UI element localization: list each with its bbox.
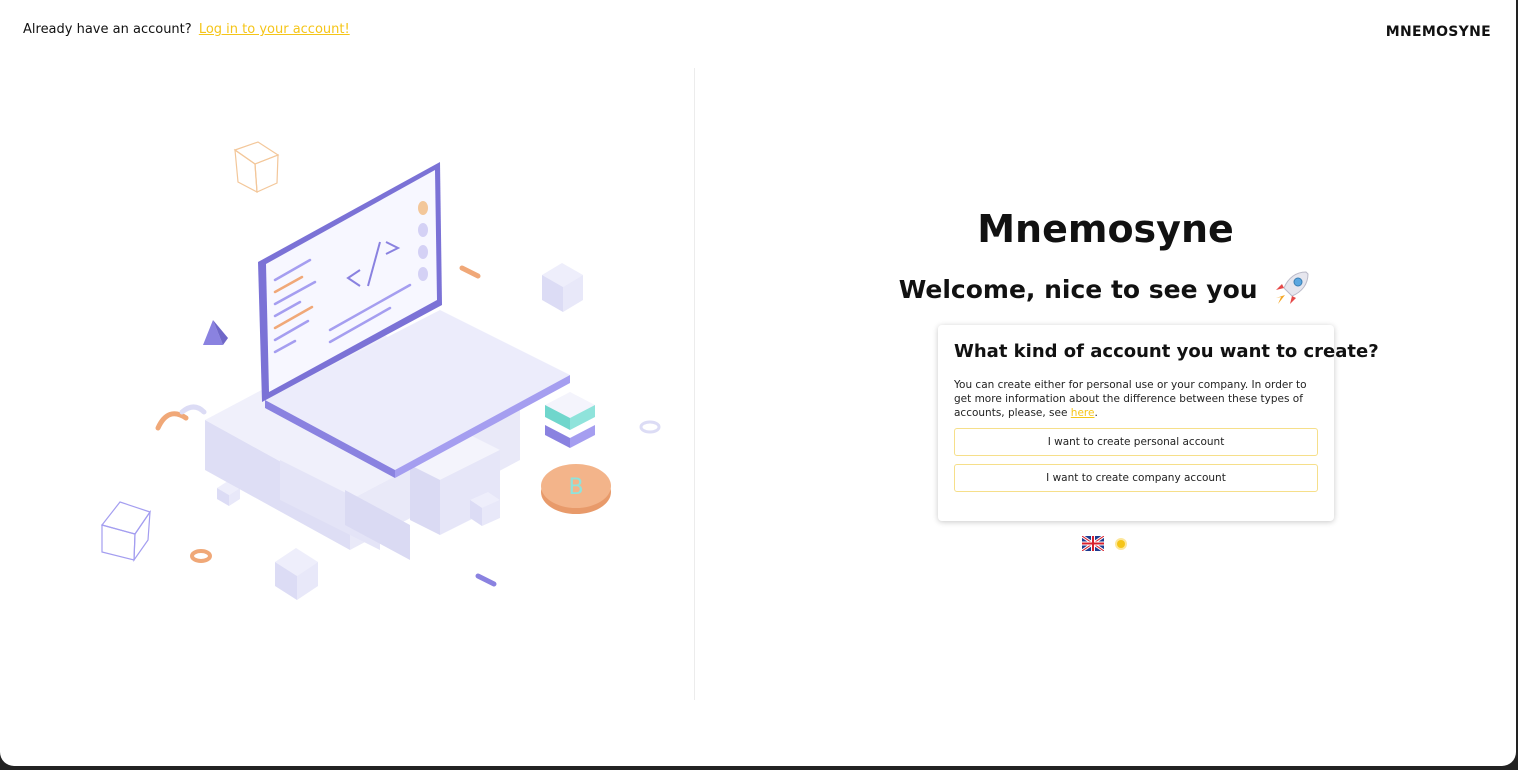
rocket-icon [1276,271,1309,304]
welcome-heading: Welcome, nice to see you [695,271,1516,308]
info-here-link[interactable]: here [1071,407,1095,419]
footer-controls [695,534,1516,556]
card-title: What kind of account you want to create? [954,341,1379,362]
app-window: Already have an account? Log in to your … [0,0,1516,766]
pill-top [459,265,481,279]
cube-right [542,263,583,312]
card-description: You can create either for personal use o… [954,378,1318,420]
wireframe-cube-top [233,141,280,194]
server-stack [545,392,595,448]
ring-bottom [190,549,212,563]
login-prompt-text: Already have an account? [23,22,192,37]
wireframe-cube-left [100,501,151,563]
card-description-period: . [1094,407,1098,419]
pill-bottom [475,573,497,587]
uk-flag-icon[interactable] [1081,534,1105,555]
sun-icon[interactable] [1113,536,1129,556]
ring-right [639,420,661,434]
create-company-account-button[interactable]: I want to create company account [954,464,1318,492]
svg-text:B: B [568,475,583,500]
login-link[interactable]: Log in to your account! [199,22,350,37]
login-prompt: Already have an account? Log in to your … [23,22,350,37]
app-title: Mnemosyne [977,207,1234,251]
cube-bottom [275,548,318,600]
bitcoin-coin: B [541,464,611,514]
welcome-text: Welcome, nice to see you [898,275,1258,304]
chain-link-left [155,404,207,431]
laptop-illustration: B [100,141,661,600]
card-description-text: You can create either for personal use o… [954,379,1307,419]
account-type-card: What kind of account you want to create?… [938,325,1379,521]
create-personal-account-button[interactable]: I want to create personal account [954,428,1318,456]
signup-panel: Mnemosyne Welcome, nice to see you What … [695,0,1516,766]
